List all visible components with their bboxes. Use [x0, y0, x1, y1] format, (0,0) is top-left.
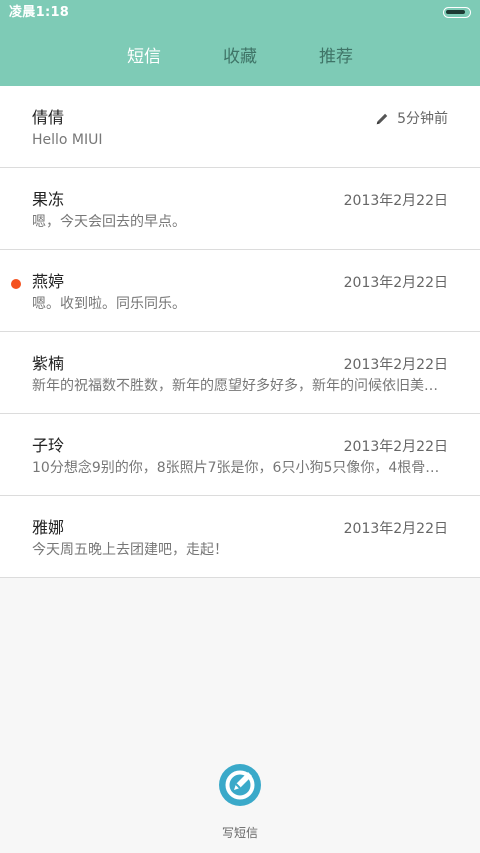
- compose-area: 写短信: [0, 763, 480, 843]
- contact-name: 子玲: [32, 436, 65, 455]
- contact-name: 紫楠: [32, 354, 65, 373]
- message-time: 2013年2月22日: [343, 193, 448, 209]
- conversation-item[interactable]: 倩倩 5分钟前 Hello MIUI: [0, 86, 480, 168]
- conversation-item[interactable]: 燕婷 2013年2月22日 嗯。收到啦。同乐同乐。: [0, 250, 480, 332]
- contact-name: 果冻: [32, 190, 65, 209]
- conversation-item[interactable]: 雅娜 2013年2月22日 今天周五晚上去团建吧，走起！: [0, 496, 480, 578]
- message-snippet: 10分想念9别的你，8张照片7张是你，6只小狗5只像你，4根骨头3根给你: [32, 460, 448, 476]
- conversation-item[interactable]: 果冻 2013年2月22日 嗯，今天会回去的早点。: [0, 168, 480, 250]
- tab-messages[interactable]: 短信: [104, 44, 184, 70]
- message-snippet: 嗯。收到啦。同乐同乐。: [32, 296, 186, 312]
- status-time: 凌晨1:18: [9, 5, 70, 20]
- tab-recommended[interactable]: 推荐: [296, 44, 376, 70]
- app-header: 凌晨1:18 短信 收藏 推荐: [0, 0, 480, 86]
- message-snippet: 嗯，今天会回去的早点。: [32, 214, 186, 230]
- message-time: 5分钟前: [375, 109, 448, 129]
- contact-name: 倩倩: [32, 108, 65, 127]
- message-snippet: 新年的祝福数不胜数，新年的愿望好多好多，新年的问候依旧美好，新年的祝福: [32, 378, 448, 394]
- compose-label: 写短信: [221, 826, 258, 840]
- pencil-icon: [376, 113, 388, 125]
- contact-name: 燕婷: [32, 272, 65, 291]
- status-bar: 凌晨1:18: [0, 0, 480, 28]
- message-time: 2013年2月22日: [343, 439, 448, 455]
- time-text: 5分钟前: [397, 111, 448, 127]
- compose-icon[interactable]: [218, 763, 262, 807]
- message-time: 2013年2月22日: [343, 521, 448, 537]
- message-time: 2013年2月22日: [343, 357, 448, 373]
- conversation-item[interactable]: 子玲 2013年2月22日 10分想念9别的你，8张照片7张是你，6只小狗5只像…: [0, 414, 480, 496]
- battery-level: [446, 10, 465, 14]
- battery-icon: [443, 7, 471, 18]
- conversation-item[interactable]: 紫楠 2013年2月22日 新年的祝福数不胜数，新年的愿望好多好多，新年的问候依…: [0, 332, 480, 414]
- tab-favorites[interactable]: 收藏: [200, 44, 280, 70]
- contact-name: 雅娜: [32, 518, 65, 537]
- message-snippet: Hello MIUI: [32, 132, 103, 148]
- message-time: 2013年2月22日: [343, 275, 448, 291]
- conversation-list: 倩倩 5分钟前 Hello MIUI 果冻 2013年2月22日 嗯，今天会回去…: [0, 86, 480, 578]
- tab-bar: 短信 收藏 推荐: [0, 44, 480, 72]
- message-snippet: 今天周五晚上去团建吧，走起！: [32, 542, 228, 558]
- unread-indicator: [11, 279, 21, 289]
